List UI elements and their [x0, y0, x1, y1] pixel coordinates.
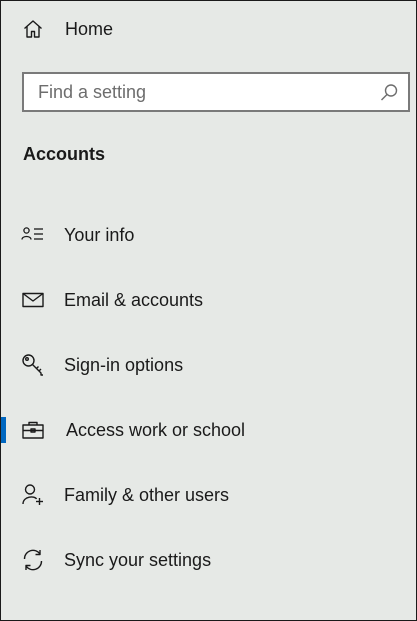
- selection-indicator: [1, 547, 6, 573]
- search-box[interactable]: [22, 72, 410, 112]
- briefcase-icon: [21, 418, 45, 442]
- selection-indicator: [1, 352, 6, 378]
- settings-sidebar: Home Accounts Your info: [0, 0, 417, 621]
- section-title: Accounts: [23, 144, 106, 164]
- selection-indicator: [1, 417, 6, 443]
- search-icon[interactable]: [378, 82, 400, 104]
- nav-item-label: Your info: [64, 224, 135, 245]
- nav-item-sign-in-options[interactable]: Sign-in options: [1, 341, 416, 389]
- add-user-icon: [21, 483, 45, 507]
- key-icon: [21, 353, 45, 377]
- selection-indicator: [1, 482, 6, 508]
- home-nav-item[interactable]: Home: [1, 9, 416, 49]
- search-input[interactable]: [38, 81, 368, 103]
- nav-item-your-info[interactable]: Your info: [1, 211, 416, 259]
- home-label: Home: [65, 18, 114, 39]
- nav-item-label: Family & other users: [64, 484, 230, 505]
- selection-indicator: [1, 222, 6, 248]
- nav-item-label: Email & accounts: [64, 289, 204, 310]
- nav-item-sync-settings[interactable]: Sync your settings: [1, 536, 416, 584]
- contact-card-icon: [21, 223, 45, 247]
- nav-item-label: Sign-in options: [64, 354, 184, 375]
- selection-indicator: [1, 287, 6, 313]
- home-icon: [21, 17, 45, 41]
- nav-item-label: Access work or school: [66, 419, 246, 440]
- sync-icon: [21, 548, 45, 572]
- nav-item-email-accounts[interactable]: Email & accounts: [1, 276, 416, 324]
- nav-item-label: Sync your settings: [64, 549, 212, 570]
- mail-icon: [21, 288, 45, 312]
- nav-item-family-other-users[interactable]: Family & other users: [1, 471, 416, 519]
- nav-item-access-work-school[interactable]: Access work or school: [1, 406, 416, 454]
